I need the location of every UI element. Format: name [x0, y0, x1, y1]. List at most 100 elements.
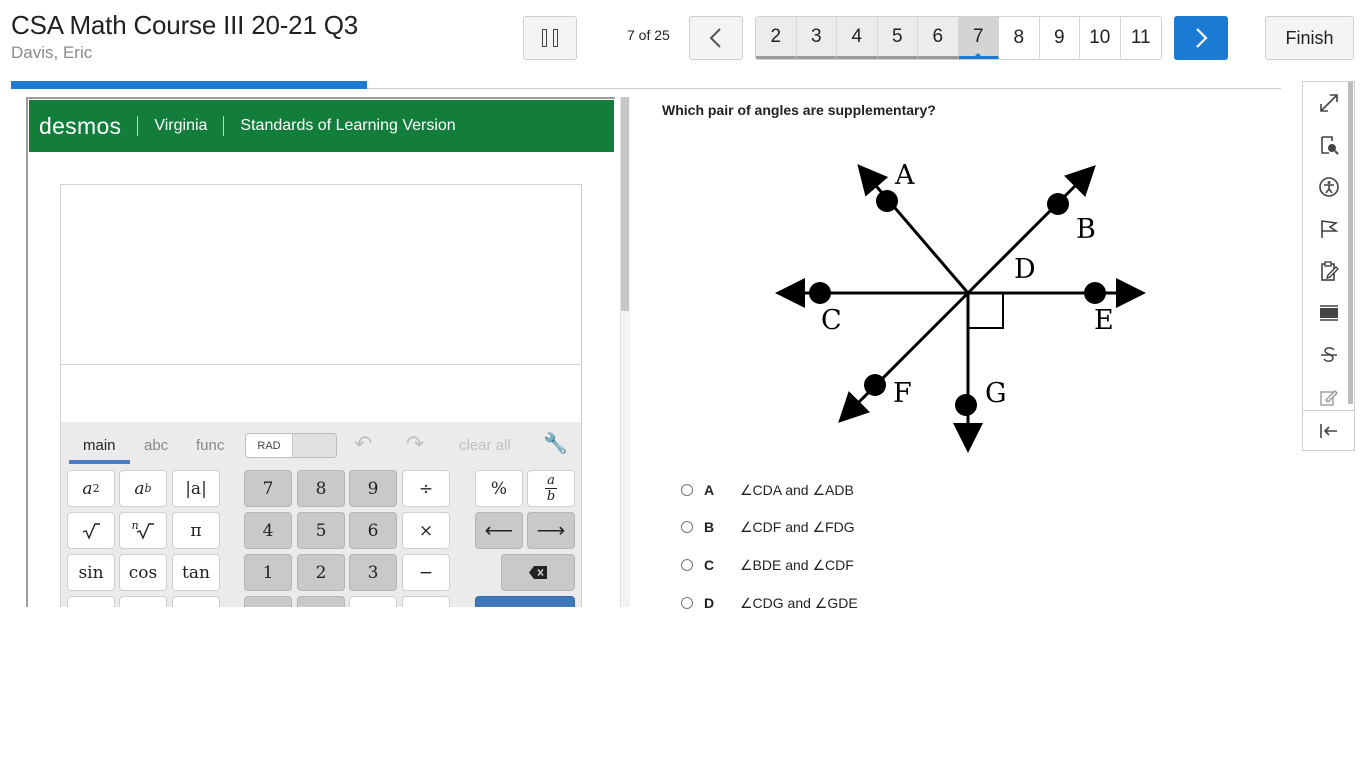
- radio-c[interactable]: [681, 559, 693, 571]
- key-cos[interactable]: cos: [119, 554, 167, 591]
- notepad-icon[interactable]: [1313, 255, 1345, 287]
- key-square[interactable]: a2: [67, 470, 115, 507]
- toolbar-divider: [1303, 410, 1354, 411]
- key-row4-1[interactable]: [67, 596, 115, 607]
- question-nav-8[interactable]: 8: [999, 17, 1040, 59]
- question-nav-3[interactable]: 3: [796, 17, 837, 59]
- key-nth-root[interactable]: n: [119, 512, 167, 549]
- reference-icon[interactable]: [1313, 129, 1345, 161]
- finish-button[interactable]: Finish: [1265, 16, 1354, 60]
- key-cursor-left[interactable]: ⟵: [475, 512, 523, 549]
- label-c: C: [821, 305, 842, 336]
- answer-choice-d[interactable]: D ∠CDG and ∠GDE: [681, 593, 858, 613]
- settings-wrench-icon[interactable]: 🔧: [543, 431, 568, 456]
- key-row4-2[interactable]: [119, 596, 167, 607]
- undo-icon[interactable]: ↶: [354, 431, 372, 457]
- key-percent[interactable]: %: [475, 470, 523, 507]
- key-power[interactable]: ab: [119, 470, 167, 507]
- key-tan[interactable]: tan: [172, 554, 220, 591]
- clear-all-button[interactable]: clear all: [459, 437, 511, 454]
- next-question-button[interactable]: [1174, 16, 1228, 60]
- key-absolute-value[interactable]: |a|: [172, 470, 220, 507]
- sqrt-icon: [82, 522, 100, 540]
- key-sin[interactable]: sin: [67, 554, 115, 591]
- chevron-right-icon: [1196, 28, 1208, 48]
- pause-icon: [542, 29, 547, 47]
- arrow-right-icon: ⟶: [536, 520, 566, 542]
- label-d: D: [1014, 254, 1036, 285]
- question-nav-9[interactable]: 9: [1039, 17, 1080, 59]
- arrow-left-icon: ⟵: [484, 520, 514, 542]
- header-separator: [223, 116, 225, 136]
- expand-icon[interactable]: [1313, 87, 1345, 119]
- radio-a[interactable]: [681, 484, 693, 496]
- key-0[interactable]: [244, 596, 292, 607]
- key-2[interactable]: 2: [297, 554, 345, 591]
- question-nav-2[interactable]: 2: [756, 17, 797, 59]
- answer-choice-b[interactable]: B ∠CDF and ∠FDG: [681, 517, 855, 537]
- key-multiply[interactable]: ×: [402, 512, 450, 549]
- key-7[interactable]: 7: [244, 470, 292, 507]
- calculator-expression-input[interactable]: [60, 364, 582, 423]
- key-enter[interactable]: [475, 596, 575, 607]
- desmos-version: Standards of Learning Version: [240, 117, 456, 134]
- angle-mode-label: RAD: [257, 439, 281, 452]
- keypad-tab-abc[interactable]: abc: [144, 437, 168, 454]
- answer-choice-a[interactable]: A ∠CDA and ∠ADB: [681, 480, 854, 500]
- angle-mode-toggle[interactable]: RAD: [245, 433, 337, 458]
- highlighter-icon[interactable]: [1313, 381, 1345, 413]
- question-nav-4[interactable]: 4: [837, 17, 878, 59]
- key-minus[interactable]: −: [402, 554, 450, 591]
- test-progress-bar: [11, 81, 1281, 89]
- right-angle-marker: [967, 292, 1004, 329]
- question-nav-6[interactable]: 6: [918, 17, 959, 59]
- choice-text-a: ∠CDA and ∠ADB: [740, 481, 854, 498]
- redo-icon[interactable]: ↷: [406, 431, 424, 457]
- flag-icon[interactable]: [1313, 213, 1345, 245]
- key-decimal[interactable]: [297, 596, 345, 607]
- key-power-exp: b: [144, 482, 152, 495]
- key-6[interactable]: 6: [349, 512, 397, 549]
- key-4[interactable]: 4: [244, 512, 292, 549]
- accessibility-icon[interactable]: [1313, 171, 1345, 203]
- desmos-region: Virginia: [154, 117, 208, 134]
- pause-button[interactable]: [523, 16, 577, 60]
- calculator-scrollbar-thumb[interactable]: [621, 97, 629, 311]
- key-square-root[interactable]: [67, 512, 115, 549]
- pause-icon-bar: [553, 29, 558, 47]
- toggle-knob: [292, 434, 336, 457]
- line-reader-icon[interactable]: [1313, 297, 1345, 329]
- question-nav-5[interactable]: 5: [877, 17, 918, 59]
- key-backspace[interactable]: [501, 554, 575, 591]
- key-divide[interactable]: ÷: [402, 470, 450, 507]
- keypad-tab-func[interactable]: func: [196, 437, 224, 454]
- key-1[interactable]: 1: [244, 554, 292, 591]
- question-nav-10[interactable]: 10: [1080, 17, 1121, 59]
- key-fraction[interactable]: ab: [527, 470, 575, 507]
- choice-letter-c: C: [704, 557, 715, 573]
- key-8[interactable]: 8: [297, 470, 345, 507]
- radio-b[interactable]: [681, 521, 693, 533]
- previous-question-button[interactable]: [689, 16, 743, 60]
- key-plus[interactable]: [402, 596, 450, 607]
- desmos-header: desmos Virginia Standards of Learning Ve…: [29, 100, 614, 152]
- toolbar-scrollbar[interactable]: [1348, 82, 1353, 404]
- key-cursor-right[interactable]: ⟶: [527, 512, 575, 549]
- collapse-icon[interactable]: [1313, 415, 1345, 447]
- key-pi[interactable]: π: [172, 512, 220, 549]
- point-c: [809, 282, 831, 304]
- test-app: CSA Math Course III 20-21 Q3 Davis, Eric…: [0, 0, 1365, 768]
- key-equals[interactable]: [349, 596, 397, 607]
- key-3[interactable]: 3: [349, 554, 397, 591]
- keypad-tab-main[interactable]: main: [83, 437, 116, 454]
- key-5[interactable]: 5: [297, 512, 345, 549]
- question-nav-7-current[interactable]: 7: [958, 17, 999, 59]
- answer-choice-c[interactable]: C ∠BDE and ∠CDF: [681, 555, 854, 575]
- key-row4-3[interactable]: [172, 596, 220, 607]
- label-g: G: [985, 378, 1007, 409]
- course-title: CSA Math Course III 20-21 Q3: [11, 10, 359, 40]
- radio-d[interactable]: [681, 597, 693, 609]
- key-9[interactable]: 9: [349, 470, 397, 507]
- strikethrough-icon[interactable]: [1313, 339, 1345, 371]
- question-nav-11[interactable]: 11: [1120, 17, 1161, 59]
